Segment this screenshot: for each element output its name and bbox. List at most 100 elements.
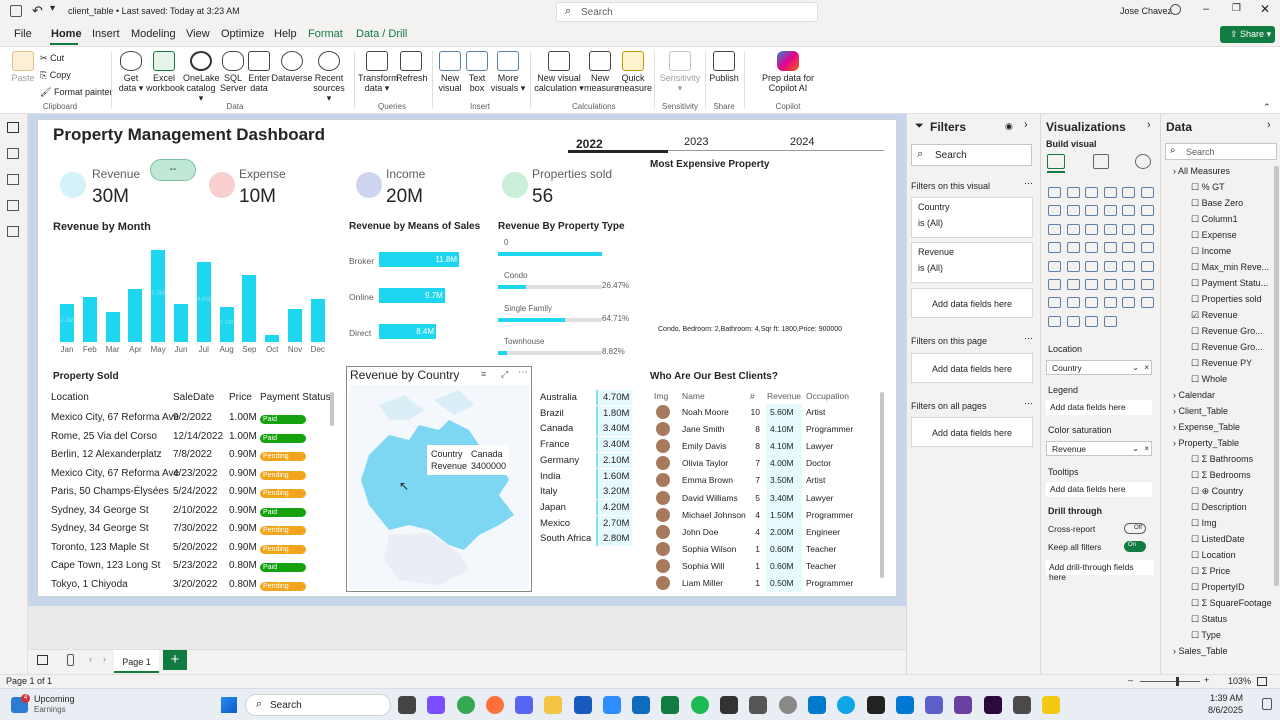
client-row[interactable]: Michael Johnson 4 1.50M Programmer (650, 506, 878, 524)
browser-icon[interactable] (837, 696, 855, 714)
data-field-item[interactable]: ☐ Income (1191, 246, 1231, 257)
data-table-node[interactable]: › Client_Table (1173, 406, 1228, 416)
visual-type-icon[interactable] (1066, 242, 1080, 254)
chart-bar[interactable] (498, 351, 508, 355)
client-row[interactable]: Noah Moore 10 5.60M Artist (650, 404, 878, 421)
data-table-node[interactable]: › Property_Table (1173, 438, 1239, 448)
visual-type-icon[interactable] (1122, 223, 1135, 235)
spotify-icon[interactable] (691, 696, 709, 714)
checkbox-icon[interactable]: ☐ Σ (1191, 566, 1210, 576)
data-search[interactable]: ⌕ Search (1165, 143, 1277, 160)
zoom-icon[interactable] (603, 696, 621, 714)
chart-bar[interactable] (105, 312, 120, 342)
checkbox-icon[interactable]: ☐ (1191, 358, 1202, 368)
country-row[interactable]: Canada 3.40M (536, 421, 636, 437)
collapse-viz-icon[interactable]: › (1147, 119, 1151, 131)
checkbox-icon[interactable]: ☐ (1191, 614, 1202, 624)
data-field-item[interactable]: ☐ Base Zero (1191, 198, 1243, 209)
clock-date[interactable]: 8/6/2025 (1208, 705, 1243, 715)
paste-button[interactable]: Paste (10, 51, 36, 83)
data-field-item[interactable]: ☐ % GT (1191, 182, 1225, 193)
filter-visual-drop-zone[interactable]: Add data fields here (911, 288, 1033, 318)
new-measure-button[interactable]: New measure (584, 51, 619, 93)
col-img[interactable]: Img (654, 391, 668, 401)
zoom-thumb[interactable] (1176, 677, 1179, 686)
excel-app-icon[interactable] (661, 696, 679, 714)
col-price[interactable]: Price (229, 392, 252, 403)
revenue-by-country-map[interactable]: Revenue by Country ≡ ⤢ ⋯ Country Canada … (346, 366, 532, 592)
firefox-icon[interactable] (486, 696, 504, 714)
client-row[interactable]: Olivia Taylor 7 4.00M Doctor (650, 455, 878, 473)
recent-sources-button[interactable]: Recent sources ▾ (311, 51, 347, 103)
zoom-level[interactable]: 103% (1228, 676, 1251, 686)
checkbox-icon[interactable]: ☐ (1191, 230, 1202, 240)
chart-bar[interactable] (310, 298, 325, 342)
analytics-tab-icon[interactable] (1135, 154, 1151, 169)
calculator-app-icon[interactable] (1013, 696, 1031, 714)
menu-optimize[interactable]: Optimize (221, 28, 264, 40)
more-options-icon[interactable]: ⋯ (1024, 398, 1033, 409)
account-icon[interactable] (1170, 4, 1181, 15)
file-explorer-icon[interactable] (544, 696, 562, 714)
table-row[interactable]: Cape Town, 123 Long St 5/23/2022 0.80M Paid (51, 558, 331, 577)
country-row[interactable]: France 3.40M (536, 437, 636, 453)
table-row[interactable]: Berlin, 12 Alexanderplatz 7/8/2022 0.90M Pe… (51, 447, 331, 466)
chart-bar[interactable] (498, 318, 566, 322)
vscode-icon[interactable] (808, 696, 826, 714)
eye-icon[interactable]: ◉ (1005, 121, 1013, 132)
chart-bar[interactable] (265, 335, 280, 342)
best-clients-table[interactable]: Who Are Our Best Clients? Img Name # Rev… (644, 366, 888, 592)
year-2024[interactable]: 2024 (790, 136, 814, 148)
data-field-item[interactable]: ☐ Expense (1191, 230, 1237, 241)
table-row[interactable]: Tokyo, 1 Chiyoda 3/20/2022 0.80M Pending (51, 577, 331, 596)
checkbox-icon[interactable]: ☐ Σ (1191, 470, 1210, 480)
checkbox-icon[interactable]: ☐ (1191, 342, 1202, 352)
visual-type-icon[interactable] (1085, 223, 1098, 235)
visual-type-icon[interactable] (1122, 187, 1135, 198)
visual-type-icon[interactable] (1103, 205, 1117, 217)
dax-query-icon[interactable] (7, 200, 19, 211)
terminal-icon[interactable] (867, 696, 885, 714)
remove-icon[interactable]: × (1144, 363, 1149, 372)
zoom-in-icon[interactable]: + (1204, 675, 1209, 685)
menu-view[interactable]: View (186, 28, 210, 40)
add-page-button[interactable]: + (163, 650, 187, 670)
table-row[interactable]: Mexico City, 67 Reforma Ave 4/23/2022 0.90… (51, 466, 331, 485)
desktop-layout-icon[interactable] (37, 655, 48, 665)
visual-type-icon[interactable] (1085, 297, 1098, 309)
excel-workbook-button[interactable]: Excel workbook (146, 51, 185, 93)
dataverse-button[interactable]: Dataverse (271, 51, 313, 83)
visual-type-icon[interactable] (1085, 242, 1098, 254)
visual-type-icon[interactable] (1122, 205, 1135, 217)
filter-search[interactable]: ⌕ Search (911, 144, 1032, 166)
quick-measure-button[interactable]: Quick measure (617, 51, 652, 93)
client-row[interactable]: Emma Brown 7 3.50M Artist (650, 472, 878, 490)
visual-type-icon[interactable] (1066, 279, 1080, 290)
checkbox-icon[interactable]: ☐ Σ (1191, 454, 1210, 464)
filter-page-drop-zone[interactable]: Add data fields here (911, 353, 1033, 383)
widget-title[interactable]: Upcoming (34, 694, 75, 704)
build-visual-tab-icon[interactable] (1047, 154, 1065, 169)
visual-type-icon[interactable] (1085, 205, 1098, 217)
revenue-by-type-chart[interactable]: Revenue By Property Type 0 Condo 26.47% Sin… (490, 216, 640, 356)
text-box-button[interactable]: Text box (464, 51, 490, 93)
taskbar-search[interactable]: ⌕ Search (245, 694, 391, 716)
visual-type-icon[interactable] (1085, 315, 1098, 327)
dropdown-icon[interactable]: ▾ (50, 3, 55, 14)
data-table-node[interactable]: › Sales_Table (1173, 646, 1228, 656)
data-field-item[interactable]: ☐ Properties sold (1191, 294, 1262, 305)
data-field-item[interactable]: ☐ Description (1191, 502, 1247, 513)
user-name[interactable]: Jose Chavez (1120, 6, 1172, 16)
menu-home[interactable]: Home (51, 28, 82, 40)
data-field-item[interactable]: ☐ Column1 (1191, 214, 1238, 225)
widget-subtitle[interactable]: Earnings (34, 705, 66, 714)
chrome-icon[interactable] (457, 696, 475, 714)
col-count[interactable]: # (750, 391, 755, 401)
visual-type-icon[interactable] (1140, 223, 1154, 235)
visual-type-icon[interactable] (1066, 260, 1080, 272)
client-row[interactable]: David Williams 5 3.40M Lawyer (650, 489, 878, 507)
visual-type-icon[interactable] (1122, 279, 1135, 290)
chart-bar[interactable] (288, 308, 302, 342)
tooltips-well[interactable]: Add data fields here (1046, 482, 1152, 497)
prep-copilot-button[interactable]: Prep data for Copilot AI (748, 51, 828, 93)
